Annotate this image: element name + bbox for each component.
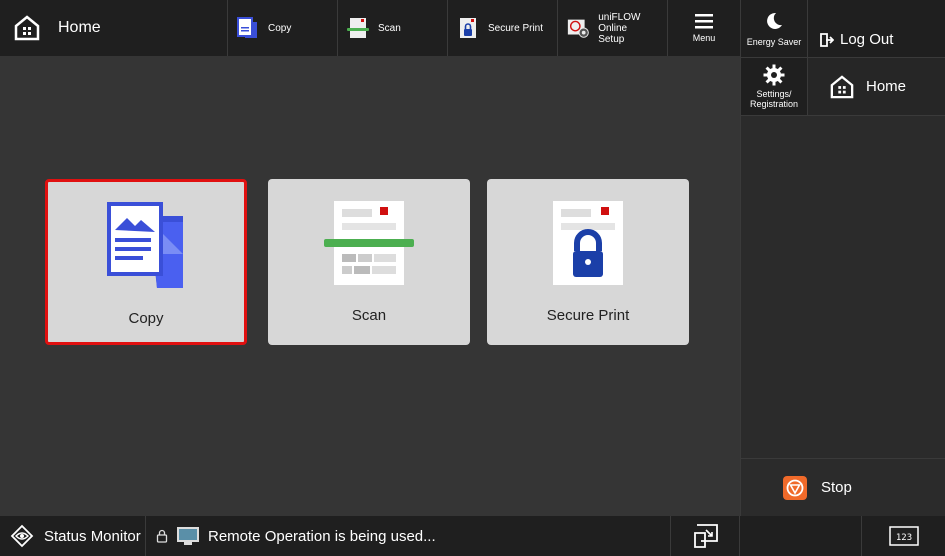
scan-icon	[324, 201, 414, 285]
logout-icon	[820, 32, 834, 47]
counter-check-button[interactable]: 123	[862, 516, 945, 556]
right-home-label: Home	[866, 78, 907, 95]
tile-secure-print[interactable]: Secure Print	[487, 179, 689, 345]
stop-button[interactable]: Stop	[741, 458, 945, 516]
home-label: Home	[58, 19, 101, 36]
copy-icon	[107, 202, 183, 288]
tile-copy-label: Copy	[128, 310, 164, 327]
shortcut-copy[interactable]: Copy	[228, 0, 338, 56]
remote-operation-button[interactable]	[670, 516, 740, 556]
energy-saver-label: Energy Saver	[746, 36, 802, 47]
shortcut-uniflow-label: uniFLOW Online Setup	[598, 12, 667, 45]
tile-scan-label: Scan	[351, 307, 387, 324]
remote-operation-icon	[694, 524, 718, 548]
status-message-text: Remote Operation is being used...	[208, 527, 436, 545]
menu-button[interactable]: Menu	[668, 0, 740, 56]
status-message: Remote Operation is being used...	[146, 516, 670, 556]
status-monitor-button[interactable]: Status Monitor	[0, 516, 146, 556]
remote-monitor-icon	[177, 527, 199, 545]
stop-icon	[783, 475, 807, 500]
moon-icon	[767, 12, 782, 29]
uniflow-setup-icon	[567, 19, 589, 38]
bottom-bar-spacer	[740, 516, 862, 556]
scan-icon	[347, 18, 369, 38]
menu-label: Menu	[692, 33, 716, 43]
tile-secure-print-label: Secure Print	[546, 307, 630, 324]
gear-icon	[763, 64, 785, 86]
shortcut-scan-label: Scan	[378, 22, 401, 34]
main-area: Copy Scan Secure Print	[0, 56, 740, 516]
secure-print-icon	[460, 18, 476, 38]
energy-saver-button[interactable]: Energy Saver	[741, 0, 808, 58]
shortcut-scan[interactable]: Scan	[338, 0, 448, 56]
right-panel-second-row: Settings/ Registration Home	[741, 58, 945, 116]
logout-label: Log Out	[840, 31, 894, 48]
status-monitor-icon	[10, 524, 34, 548]
settings-label-line1: Settings/	[756, 89, 792, 99]
uniflow-label-line2: Setup	[598, 33, 625, 45]
settings-registration-button[interactable]: Settings/ Registration	[741, 58, 808, 116]
shortcut-secure-print[interactable]: Secure Print	[448, 0, 558, 56]
logout-button[interactable]: Log Out	[808, 0, 945, 58]
shortcut-uniflow-setup[interactable]: uniFLOW Online Setup	[558, 0, 668, 56]
right-panel-top-row: Energy Saver Log Out	[741, 0, 945, 58]
tile-copy[interactable]: Copy	[45, 179, 247, 345]
settings-label-line2: Registration	[749, 99, 799, 109]
counter-icon: 123	[888, 526, 919, 546]
home-button[interactable]: Home	[0, 0, 228, 56]
stop-label: Stop	[821, 479, 852, 496]
shortcut-copy-label: Copy	[268, 22, 292, 34]
home-icon	[830, 74, 854, 98]
hamburger-menu-icon	[695, 14, 713, 29]
counter-label: 123	[895, 533, 911, 543]
top-bar: Home Copy Scan Secure Print uniFLOW Onli…	[0, 0, 740, 56]
shortcut-secure-print-label: Secure Print	[488, 22, 544, 34]
status-monitor-label: Status Monitor	[44, 527, 141, 545]
settings-registration-label: Settings/ Registration	[750, 89, 798, 109]
lock-icon	[156, 529, 168, 543]
tile-scan[interactable]: Scan	[268, 179, 470, 345]
right-panel: Energy Saver Log Out Settings/ Registrat…	[740, 0, 945, 516]
secure-print-icon	[553, 201, 623, 285]
right-home-button[interactable]: Home	[808, 58, 945, 116]
bottom-bar: Status Monitor Remote Operation is being…	[0, 516, 945, 556]
uniflow-label-line1: uniFLOW Online	[598, 11, 641, 34]
home-icon	[14, 15, 40, 41]
copy-icon	[237, 17, 257, 38]
